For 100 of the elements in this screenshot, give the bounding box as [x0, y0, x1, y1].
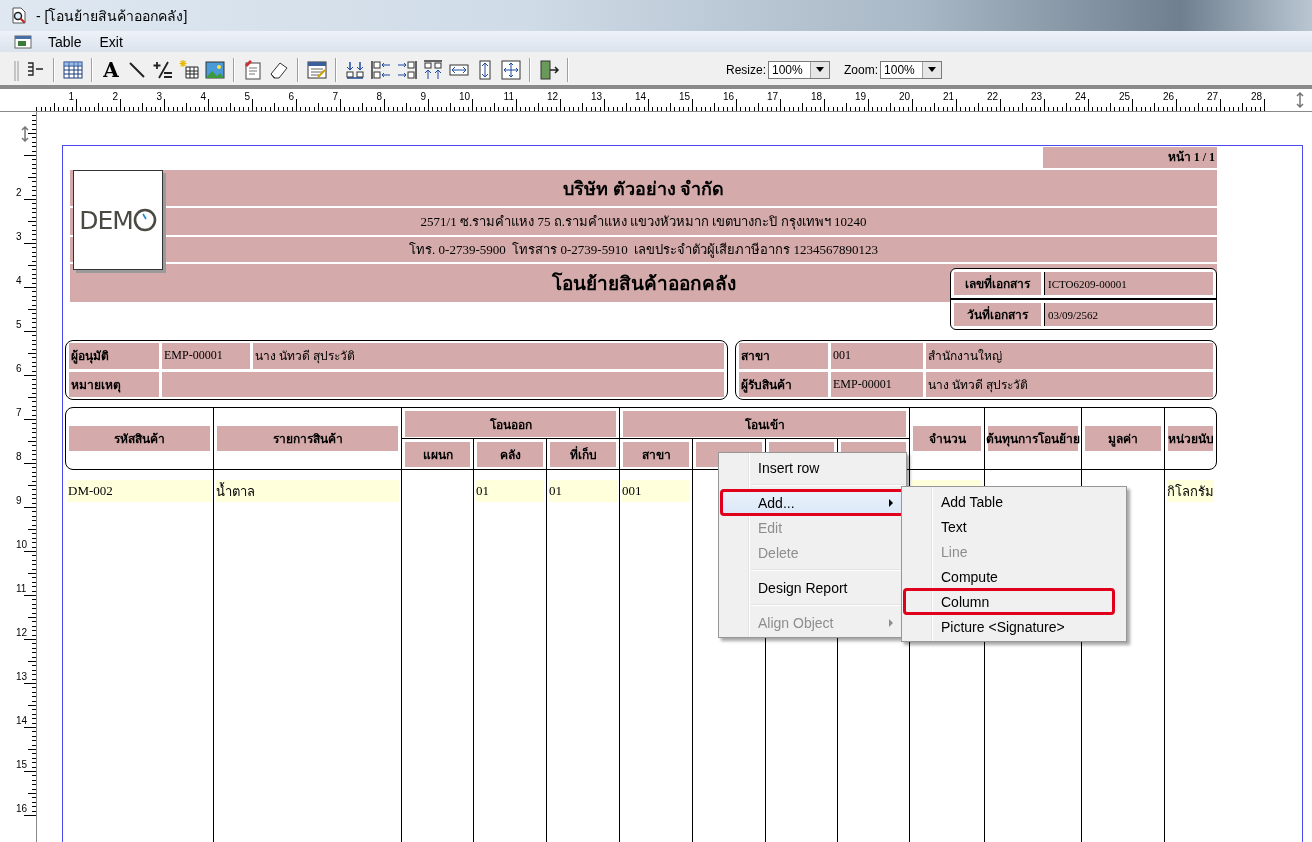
ruler-number: 26: [1162, 91, 1174, 102]
zoom-dropdown[interactable]: 100%: [880, 60, 943, 79]
ruler-number: 19: [854, 91, 866, 102]
toolbar-grip: [14, 58, 20, 81]
field-value: นาง นัทวดี สุประวัติ: [926, 371, 1213, 397]
table-cell: 01: [476, 480, 544, 502]
ruler-number: 2: [112, 91, 118, 102]
ruler-number: 11: [503, 91, 514, 102]
window-icon: [14, 34, 32, 49]
menu-item[interactable]: Insert row: [721, 455, 904, 480]
table-cell: DM-002: [68, 480, 211, 502]
field-label: เลขที่เอกสาร: [954, 272, 1041, 295]
align-left-icon[interactable]: [370, 58, 392, 81]
submenu-arrow-icon: [889, 618, 893, 627]
ruler-number: 12: [546, 91, 558, 102]
resize-arrow-icon[interactable]: [20, 126, 30, 142]
column-group-header: โอนเข้า: [623, 411, 906, 437]
text-tool-button[interactable]: A: [100, 58, 122, 81]
ruler-number: 16: [722, 91, 734, 102]
submenu-arrow-icon: [889, 498, 893, 507]
column-header: จำนวน: [913, 426, 981, 451]
field-label: วันที่เอกสาร: [954, 303, 1041, 326]
ruler-number: 12: [16, 627, 28, 638]
field-label: ผู้อนุมัติ: [69, 343, 159, 369]
caret-icon: [816, 67, 824, 72]
ruler-number: 4: [16, 275, 22, 286]
ruler-number: 17: [766, 91, 778, 102]
column-header: สาขา: [623, 442, 689, 467]
column-header: แผนก: [405, 442, 470, 467]
resize-label: Resize:: [726, 62, 766, 77]
ruler-number: 13: [590, 91, 602, 102]
menu-item[interactable]: Text: [904, 514, 1124, 539]
column-header: ต้นทุนการโอนย้าย: [988, 426, 1078, 451]
ruler-number: 9: [16, 495, 22, 506]
field-value: ICTO6209-00001: [1044, 272, 1213, 295]
zoom-label: Zoom:: [844, 62, 879, 77]
report-title: โอนย้ายสินค้าออกคลัง: [551, 271, 736, 296]
align-top-icon[interactable]: [422, 58, 444, 81]
move-arrows-icon[interactable]: [500, 58, 522, 81]
field-label: ผู้รับสินค้า: [739, 371, 828, 397]
ruler-number: 7: [16, 407, 22, 418]
field-label: หมายเหตุ: [69, 371, 159, 397]
field-value: EMP-00001: [831, 371, 923, 397]
menu-item[interactable]: Column: [904, 589, 1114, 614]
ruler-number: 10: [458, 91, 470, 102]
ruler-number: 14: [16, 715, 28, 726]
dropdown-button[interactable]: [922, 61, 942, 78]
table-cell: 01: [549, 480, 617, 502]
menu-item[interactable]: Add...: [721, 490, 904, 515]
column-header: มูลค่า: [1085, 426, 1161, 451]
ruler-number: 8: [16, 451, 22, 462]
table-icon[interactable]: [62, 58, 84, 81]
menu-item[interactable]: Design Report: [721, 575, 904, 600]
picture-icon[interactable]: [204, 58, 226, 81]
ruler-number: 5: [16, 319, 22, 330]
table-cell: กิโลกรัม: [1167, 480, 1214, 502]
ruler-number: 21: [942, 91, 954, 102]
field-value: สำนักงานใหญ่: [926, 343, 1213, 369]
ruler-number: 15: [16, 759, 28, 770]
column-header: รหัสสินค้า: [69, 426, 210, 451]
menu-item[interactable]: Picture <Signature>: [904, 614, 1124, 639]
ruler-number: 16: [16, 803, 28, 814]
align-right-icon[interactable]: [396, 58, 418, 81]
ruler-number: 27: [1206, 91, 1218, 102]
ruler-number: 20: [898, 91, 910, 102]
report-edit-icon[interactable]: [242, 58, 264, 81]
window-title: - [โอนย้ายสินค้าออกคลัง]: [36, 6, 188, 26]
ruler-number: 6: [16, 363, 22, 374]
field-value: EMP-00001: [162, 343, 250, 369]
menu-item[interactable]: Exit: [97, 33, 125, 50]
field-value: 001: [831, 343, 923, 369]
menu-item[interactable]: Table: [46, 33, 84, 50]
column-group-header: โอนออก: [405, 411, 616, 437]
resize-arrow-icon[interactable]: [1295, 92, 1305, 108]
sparkle-table-icon[interactable]: [178, 58, 200, 81]
menu-item[interactable]: Compute: [904, 564, 1124, 589]
logo-text: DEM: [79, 205, 133, 235]
ruler-number: 5: [244, 91, 250, 102]
form-window-icon[interactable]: [306, 58, 328, 81]
ruler-number: 10: [16, 539, 28, 550]
ruler-number: 18: [810, 91, 822, 102]
contact-text: โทร. 0-2739-5900 โทรสาร 0-2739-5910 เลขประจำตัวผู้เสียภาษีอากร 1234567890123: [409, 241, 878, 260]
document-search-icon: [10, 6, 28, 25]
ruler-number: 7: [332, 91, 338, 102]
door-exit-icon[interactable]: [538, 58, 560, 81]
dropdown-button[interactable]: [810, 61, 829, 78]
page-number: หน้า 1 / 1: [1043, 147, 1217, 168]
address-text: 2571/1 ซ.รามคำแหง 75 ถ.รามคำแหง แขวงหัวหมาก เขตบางกะปิ กรุงเทพฯ 10240: [420, 213, 867, 232]
ruler-number: 6: [288, 91, 294, 102]
ruler-number: 2: [16, 187, 22, 198]
column-header: รายการสินค้า: [217, 426, 398, 451]
column-header: ที่เก็บ: [550, 442, 616, 467]
ruler-number: 11: [16, 583, 27, 594]
table-cell: น้ำตาล: [216, 480, 399, 502]
ruler-number: 9: [420, 91, 426, 102]
ruler-number: 25: [1118, 91, 1130, 102]
resize-dropdown[interactable]: 100%: [768, 60, 830, 79]
field-value: 03/09/2562: [1044, 303, 1213, 326]
ruler-number: 3: [16, 231, 22, 242]
menu-item[interactable]: Add Table: [904, 489, 1124, 514]
